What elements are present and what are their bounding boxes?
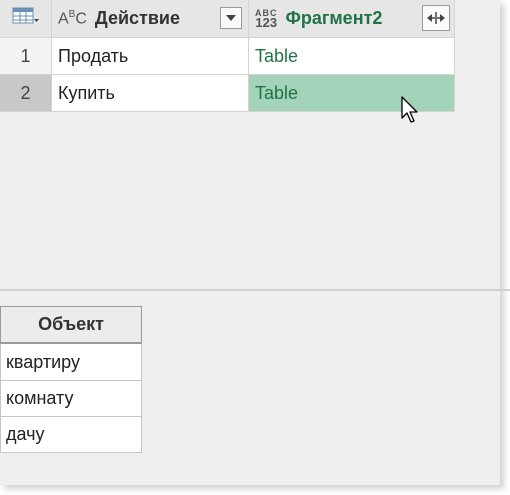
filter-dropdown-button[interactable] (220, 7, 242, 29)
chevron-down-icon (226, 15, 236, 21)
row-number[interactable]: 2 (0, 75, 52, 112)
column-header-label: Фрагмент2 (285, 8, 383, 28)
query-editor-panel: ABC Действие ABC 123 Фрагмент2 1 Продать… (0, 0, 510, 485)
column-header-action[interactable]: ABC Действие (52, 0, 249, 38)
column-header-fragment[interactable]: ABC 123 Фрагмент2 (249, 0, 455, 38)
table-cell-fragment[interactable]: Table (249, 38, 455, 75)
any-type-icon[interactable]: ABC 123 (255, 8, 278, 29)
row-number[interactable]: 1 (0, 38, 52, 75)
table-menu-cell[interactable] (0, 0, 52, 38)
preview-header: Объект (0, 306, 142, 344)
preview-divider (0, 289, 510, 291)
text-type-icon[interactable]: ABC (58, 9, 87, 28)
table-cell-action[interactable]: Купить (52, 75, 249, 112)
mouse-cursor-icon (401, 96, 418, 123)
preview-row: квартиру (0, 344, 142, 381)
preview-row: комнату (0, 380, 142, 417)
table-icon[interactable] (12, 7, 40, 30)
column-header-label: Действие (94, 8, 180, 28)
expand-arrows-icon (427, 12, 445, 24)
preview-row: дачу (0, 416, 142, 453)
table-cell-action[interactable]: Продать (52, 38, 249, 75)
table-cell-fragment-selected[interactable]: Table (249, 75, 455, 112)
expand-column-button[interactable] (422, 5, 450, 31)
